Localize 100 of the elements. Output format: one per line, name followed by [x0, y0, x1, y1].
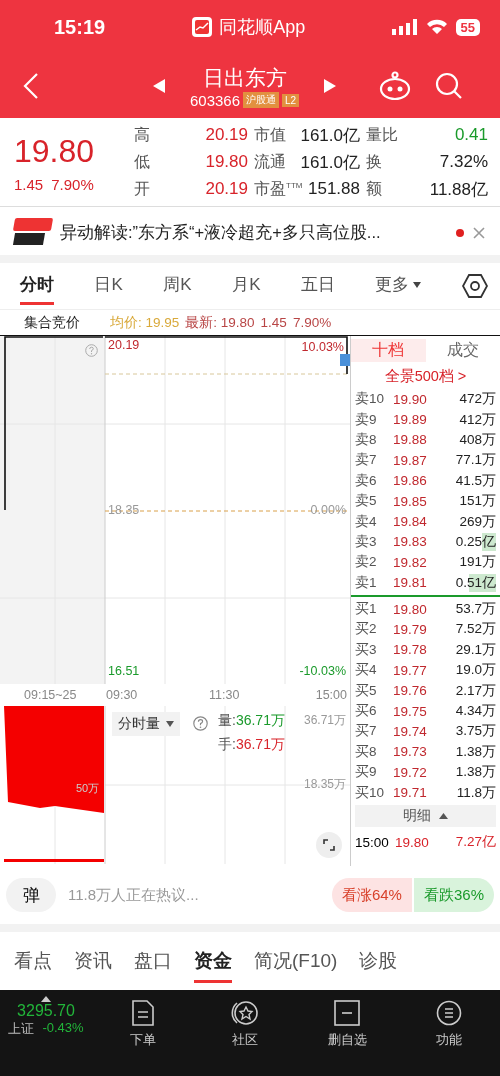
index-value[interactable]: 3295.70: [17, 1002, 75, 1020]
high-price-label: 20.19: [108, 338, 140, 352]
stat-label: 流通: [254, 151, 286, 172]
bid-volume: 1.38万: [454, 763, 496, 782]
stat-value: 19.80: [205, 152, 248, 172]
barrage-button[interactable]: 弹: [6, 878, 56, 912]
ask-level-label: 卖10: [355, 390, 386, 409]
stock-name: 日出东方: [202, 64, 287, 91]
previous-stock-icon[interactable]: [152, 78, 166, 94]
bid-price: 19.77: [393, 662, 428, 678]
ask-price: 19.85: [393, 493, 428, 509]
battery-level: 55: [455, 18, 480, 36]
info-tab[interactable]: 资金: [194, 939, 232, 983]
up-arrow-icon: [41, 996, 51, 1002]
settings-icon[interactable]: [461, 273, 488, 299]
ask-volume: 0.51亿: [454, 573, 496, 592]
bid-volume: 1.38万: [454, 742, 496, 761]
detail-button[interactable]: 明细: [355, 804, 496, 827]
stat-value: 20.19: [205, 179, 248, 199]
bid-price: 19.73: [393, 744, 428, 760]
ask-price: 19.87: [393, 452, 428, 468]
trade-time: 15:00: [355, 834, 390, 850]
nav-item[interactable]: 社区: [194, 996, 296, 1053]
latest-change: 1.45: [260, 315, 287, 330]
info-tab[interactable]: 看点: [14, 939, 52, 983]
high-percent-label: 10.03%: [301, 340, 344, 354]
fullscreen-icon[interactable]: [316, 832, 342, 858]
ask-level-label: 卖9: [355, 410, 378, 429]
nav-item[interactable]: 删自选: [296, 996, 398, 1053]
chart-tab[interactable]: 周K: [163, 267, 192, 305]
ask-volume: 0.25亿: [454, 532, 496, 551]
ask-volume: 412万: [458, 410, 496, 429]
ask-price: 19.81: [393, 575, 428, 591]
status-time: 15:19: [54, 15, 106, 39]
info-tab[interactable]: 诊股: [359, 939, 398, 983]
wifi-icon: [425, 19, 448, 35]
ask-price: 19.88: [393, 432, 428, 448]
caret-icon: [413, 281, 422, 288]
bid-volume: 29.1万: [454, 640, 496, 659]
ask-level-label: 卖2: [355, 553, 378, 572]
next-stock-icon[interactable]: [323, 78, 338, 94]
nav-item[interactable]: 下单: [92, 996, 194, 1053]
stat-label: 开: [134, 178, 150, 199]
chart-tab[interactable]: 更多: [375, 267, 422, 305]
trade-price: 19.80: [395, 834, 430, 850]
ask-level-label: 卖3: [355, 532, 378, 551]
volume-axis-label: 50万: [76, 781, 100, 796]
bid-price: 19.79: [393, 622, 428, 637]
index-change: -0.43%: [42, 1020, 84, 1037]
bid-price: 19.71: [393, 785, 428, 801]
bullish-vote-button[interactable]: 看涨64%: [331, 878, 412, 912]
app-logo-icon: [191, 16, 214, 38]
ask-price: 19.84: [393, 514, 428, 530]
bid-price: 19.74: [393, 723, 428, 739]
chart-tab[interactable]: 日K: [94, 267, 123, 305]
back-icon[interactable]: [22, 72, 40, 100]
bid-level-label: 买3: [355, 640, 378, 659]
stat-value: 20.19: [205, 125, 248, 145]
stat-label: 量比: [366, 124, 398, 145]
base-percent-label: 0.00%: [310, 503, 346, 517]
bid-volume: 7.52万: [454, 620, 496, 639]
price-change: 1.45: [14, 175, 44, 193]
latest-change-percent: 7.90%: [292, 315, 332, 330]
trade-amount: 7.27亿: [454, 833, 496, 851]
order-book-tab[interactable]: 十档: [351, 338, 426, 362]
nav-item[interactable]: 功能: [398, 996, 500, 1053]
ask-volume: 77.1万: [454, 451, 496, 470]
info-tab[interactable]: 简况(F10): [254, 939, 338, 983]
chart-tab[interactable]: 五日: [300, 267, 335, 305]
stat-label: 市值: [254, 124, 286, 145]
bid-level-label: 买8: [355, 742, 378, 761]
robot-icon[interactable]: [379, 71, 412, 101]
bid-volume: 19.0万: [454, 661, 496, 680]
document-icon: [131, 1000, 155, 1026]
market-tag: 沪股通: [243, 92, 280, 108]
ask-volume: 408万: [458, 430, 496, 449]
bid-level-label: 买6: [355, 702, 378, 721]
depth-link[interactable]: 全景500档 >: [351, 364, 500, 389]
average-price: 均价: 19.95: [110, 313, 180, 332]
ask-volume: 41.5万: [454, 471, 496, 490]
chart-tab[interactable]: 分时: [20, 267, 54, 305]
chart-tab[interactable]: 月K: [232, 267, 261, 305]
volume-label: 量:: [218, 712, 236, 728]
search-icon[interactable]: [435, 72, 464, 100]
bid-volume: 53.7万: [454, 600, 496, 619]
order-book-tab[interactable]: 成交: [425, 338, 500, 362]
stat-value: 7.32%: [439, 152, 488, 172]
low-price-label: 16.51: [108, 664, 140, 678]
close-icon[interactable]: [472, 226, 486, 240]
ask-level-label: 卖7: [355, 451, 378, 470]
news-logo-icon: [14, 218, 52, 248]
low-percent-label: -10.03%: [299, 664, 346, 678]
volume-selector[interactable]: 分时量: [112, 712, 180, 736]
stat-value: 151.88: [308, 179, 360, 199]
bid-price: 19.80: [393, 601, 428, 617]
info-tab[interactable]: 资讯: [74, 939, 112, 983]
info-tab[interactable]: 盘口: [134, 939, 172, 983]
news-headline[interactable]: 异动解读:”东方系“+液冷超充+多只高位股...: [60, 222, 448, 244]
auction-label: 集合竞价: [24, 313, 81, 332]
help-icon[interactable]: [193, 716, 208, 731]
